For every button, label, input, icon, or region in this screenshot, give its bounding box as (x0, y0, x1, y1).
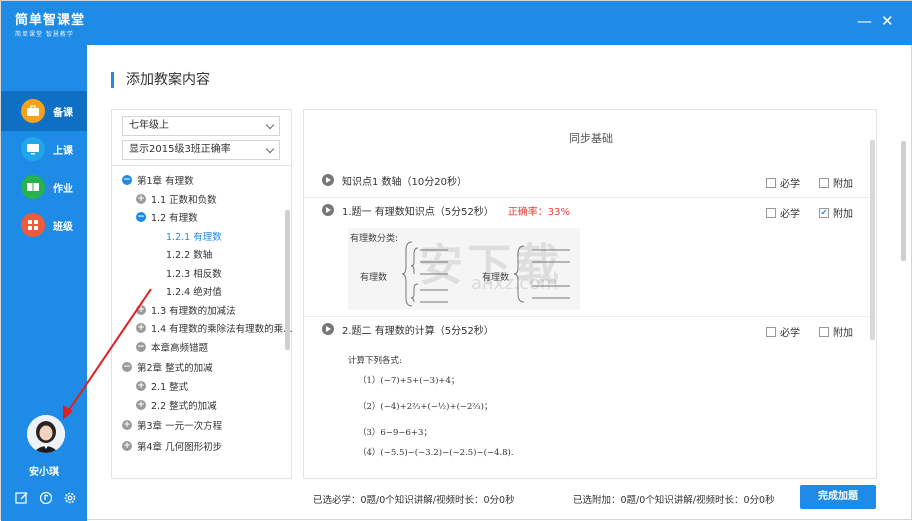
annotation-arrow (63, 288, 152, 420)
app-window: 简单智课堂 简单课堂 智慧教学 — ✕ 备课 上课 作业 班级 安小琪 添加教案… (0, 0, 912, 521)
